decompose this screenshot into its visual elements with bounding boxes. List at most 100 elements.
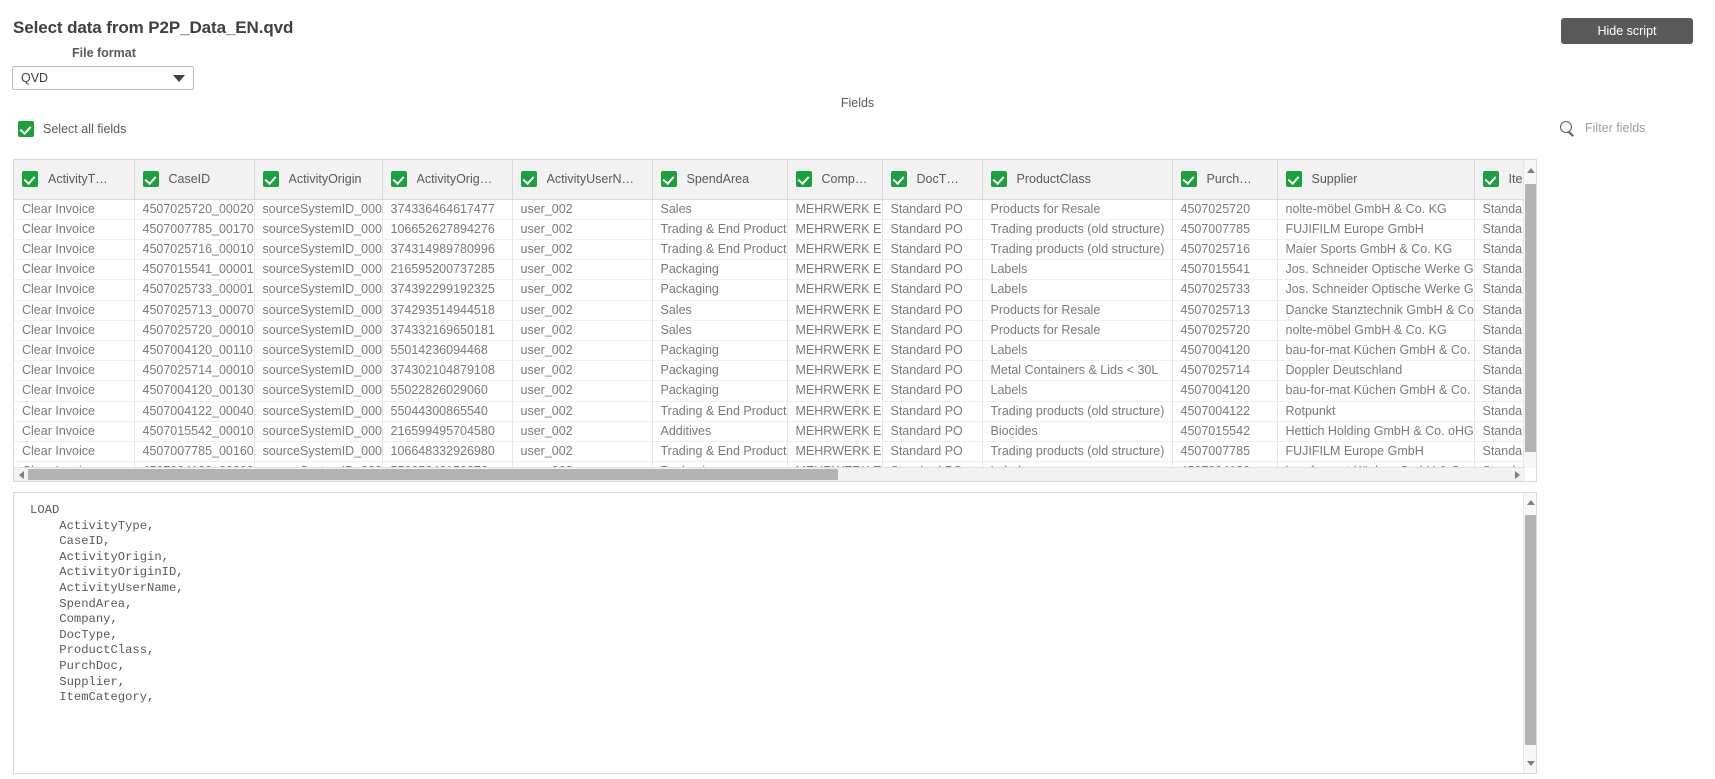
table-cell: 4507004120_00130: [134, 380, 255, 402]
table-cell: Sales: [652, 320, 788, 341]
script-scroll-down-icon[interactable]: [1527, 761, 1535, 766]
hide-script-button[interactable]: Hide script: [1561, 18, 1693, 44]
table-cell: 4507025713_00070: [134, 300, 255, 321]
column-header-activitytype[interactable]: ActivityT…: [14, 160, 135, 200]
table-row: Clear Invoice 4507007785_00160 sourceSyste…: [14, 441, 1525, 463]
file-format-select[interactable]: QVD: [12, 66, 194, 90]
table-cell: Labels: [982, 279, 1173, 301]
table-cell: Clear Invoice: [14, 239, 135, 261]
column-header-supplier[interactable]: Supplier: [1277, 160, 1475, 200]
column-header-productclass[interactable]: ProductClass: [982, 160, 1173, 200]
load-script-code[interactable]: LOAD ActivityType, CaseID, ActivityOrigi…: [14, 503, 1522, 706]
column-checkbox-icon[interactable]: [890, 171, 907, 188]
table-cell: Trading products (old structure): [982, 219, 1173, 240]
table-cell: Packaging: [652, 360, 788, 382]
script-editor-panel[interactable]: LOAD ActivityType, CaseID, ActivityOrigi…: [13, 492, 1537, 774]
search-icon[interactable]: [1560, 120, 1575, 136]
column-header-spendarea[interactable]: SpendArea: [652, 160, 788, 200]
table-cell: Standard: [1474, 401, 1525, 422]
table-cell: Clear Invoice: [14, 441, 135, 463]
table-cell: 4507004122_00040: [134, 401, 255, 422]
column-header-activityorigin[interactable]: ActivityOrigin: [254, 160, 383, 200]
table-cell: user_002: [512, 199, 653, 220]
vertical-scroll-thumb[interactable]: [1525, 184, 1536, 452]
column-header-doctype[interactable]: DocT…: [882, 160, 983, 200]
scroll-right-icon[interactable]: [1515, 471, 1520, 479]
table-cell: sourceSystemID_0000: [254, 380, 383, 402]
script-vertical-scrollbar[interactable]: [1523, 493, 1536, 773]
column-header-activityusername[interactable]: ActivityUserN…: [512, 160, 653, 200]
horizontal-scroll-thumb[interactable]: [28, 469, 838, 480]
column-checkbox-icon[interactable]: [262, 171, 279, 188]
table-cell: Packaging: [652, 380, 788, 402]
column-checkbox-icon[interactable]: [22, 171, 38, 188]
column-header-purchdoc[interactable]: Purch…: [1172, 160, 1278, 200]
column-checkbox-icon[interactable]: [990, 171, 1007, 188]
column-header-label: ActivityUserN…: [546, 172, 635, 187]
table-cell: 374293514944518: [382, 300, 513, 321]
table-cell: Clear Invoice: [14, 421, 135, 442]
table-cell: Standard PO: [882, 360, 983, 382]
script-scroll-thumb[interactable]: [1525, 515, 1536, 745]
table-cell: Trading & End Products: [652, 239, 788, 261]
table-cell: 4507004120_00110: [134, 340, 255, 362]
table-cell: MEHRWERK EU: [787, 199, 883, 220]
table-cell: MEHRWERK EU: [787, 259, 883, 281]
table-cell: sourceSystemID_0000: [254, 441, 383, 463]
table-cell: 4507004120: [1172, 340, 1278, 362]
table-cell: 4507025720_00010: [134, 320, 255, 341]
checkmark-icon: [18, 121, 34, 137]
column-header-company[interactable]: Comp…: [787, 160, 883, 200]
table-cell: sourceSystemID_0000: [254, 199, 383, 220]
table-cell: MEHRWERK EU: [787, 300, 883, 321]
table-cell: 4507015542: [1172, 421, 1278, 442]
script-scroll-up-icon[interactable]: [1527, 500, 1535, 505]
column-header-caseid[interactable]: CaseID: [134, 160, 255, 200]
table-vertical-scrollbar[interactable]: [1523, 160, 1536, 468]
column-checkbox-icon[interactable]: [795, 171, 812, 188]
table-cell: sourceSystemID_0000: [254, 239, 383, 261]
table-cell: user_002: [512, 421, 653, 442]
table-cell: Sales: [652, 199, 788, 220]
scroll-up-icon[interactable]: [1527, 168, 1535, 173]
table-cell: 374302104879108: [382, 360, 513, 382]
chevron-down-icon: [173, 74, 185, 82]
column-header-inner: Purch…: [1180, 171, 1269, 188]
table-horizontal-scrollbar[interactable]: [14, 467, 1525, 481]
table-cell: Standard PO: [882, 300, 983, 321]
column-header-label: CaseID: [168, 172, 211, 187]
table-cell: Labels: [982, 340, 1173, 362]
column-checkbox-icon[interactable]: [390, 171, 407, 188]
table-row: Clear Invoice 4507015541_00001 sourceSyste…: [14, 259, 1525, 281]
table-cell: 216599495704580: [382, 421, 513, 442]
table-cell: Hettich Holding GmbH & Co. oHG: [1277, 421, 1475, 442]
table-cell: nolte-möbel GmbH & Co. KG: [1277, 320, 1475, 341]
table-cell: Standard: [1474, 421, 1525, 442]
scroll-left-icon[interactable]: [19, 471, 24, 479]
table-cell: Clear Invoice: [14, 380, 135, 402]
table-cell: Clear Invoice: [14, 279, 135, 301]
column-checkbox-icon[interactable]: [660, 171, 677, 188]
table-cell: Packaging: [652, 259, 788, 281]
table-cell: sourceSystemID_0000: [254, 340, 383, 362]
column-header-itemcategory[interactable]: ItemCate…: [1474, 160, 1525, 200]
table-cell: 4507007785_00160: [134, 441, 255, 463]
column-checkbox-icon[interactable]: [1180, 171, 1197, 188]
column-header-label: Comp…: [821, 172, 868, 187]
table-cell: Clear Invoice: [14, 320, 135, 341]
table-row: Clear Invoice 4507004122_00040 sourceSyste…: [14, 401, 1525, 422]
filter-fields-input[interactable]: [1583, 120, 1693, 136]
column-checkbox-icon[interactable]: [1482, 171, 1499, 188]
table-cell: Jos. Schneider Optische Werke GmbH: [1277, 279, 1475, 301]
table-cell: Packaging: [652, 279, 788, 301]
select-all-fields-checkbox[interactable]: Select all fields: [18, 121, 126, 137]
table-cell: Products for Resale: [982, 300, 1173, 321]
column-header-activityoriginid[interactable]: ActivityOrig…: [382, 160, 513, 200]
table-cell: sourceSystemID_0000: [254, 259, 383, 281]
column-checkbox-icon[interactable]: [520, 171, 537, 188]
table-cell: Trading products (old structure): [982, 441, 1173, 463]
table-cell: Trading & End Products: [652, 441, 788, 463]
column-checkbox-icon[interactable]: [1285, 171, 1302, 188]
table-row: Clear Invoice 4507004120_00110 sourceSyste…: [14, 340, 1525, 362]
column-checkbox-icon[interactable]: [142, 171, 159, 188]
